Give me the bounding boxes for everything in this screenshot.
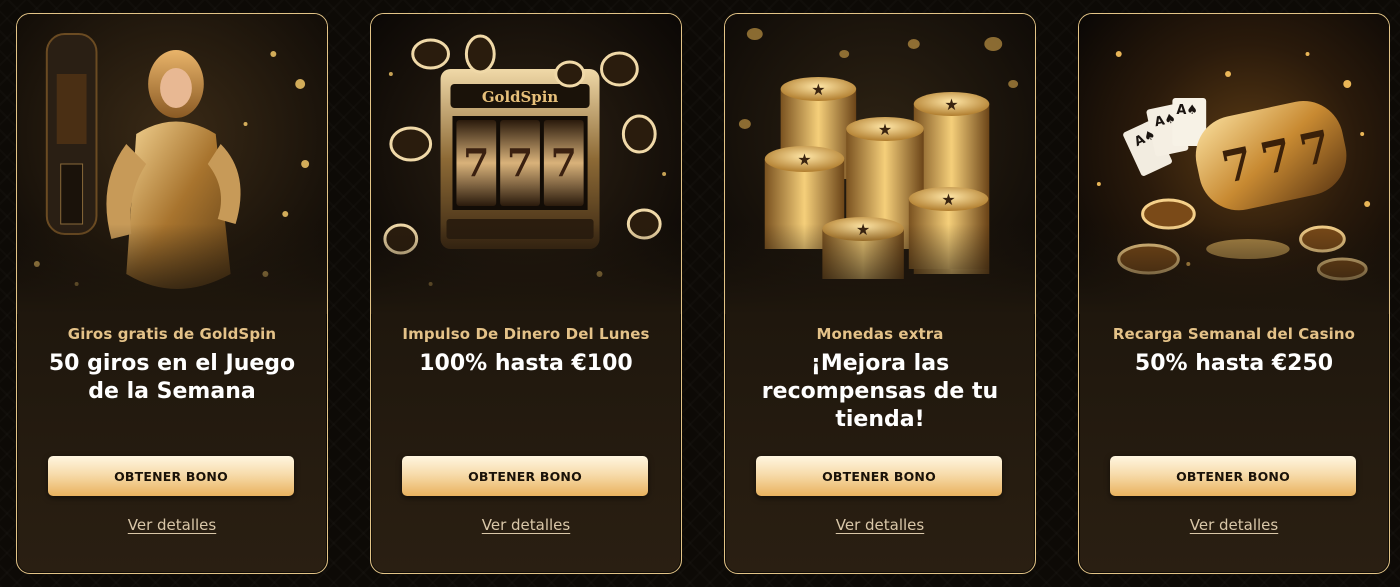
promo-subtitle: Giros gratis de GoldSpin [67, 325, 277, 343]
promo-headline: 100% hasta €100 [419, 351, 633, 376]
promo-headline: 50 giros en el Juego de la Semana [48, 351, 296, 404]
promo-card-extra-coins: ★ ★ ★ ★ ★ ★ Monedas extra ¡Mejora las recom… [724, 13, 1036, 574]
svg-text:7: 7 [507, 140, 533, 185]
svg-text:★: ★ [941, 190, 955, 209]
woman-gold-dress-image [17, 14, 327, 314]
promo-headline: ¡Mejora las recompensas de tu tienda! [761, 351, 999, 432]
svg-text:★: ★ [944, 95, 958, 114]
svg-text:7: 7 [551, 140, 577, 185]
promo-subtitle: Impulso De Dinero Del Lunes [402, 325, 650, 343]
get-bonus-button[interactable]: OBTENER BONO [402, 456, 648, 496]
promo-card-free-spins: Giros gratis de GoldSpin 50 giros en el … [16, 13, 328, 574]
cards-and-reels-image: A♠ A♠ A♠ 777 [1079, 14, 1389, 314]
promo-card-monday-boost: GoldSpin 777 Impulso De Dinero Del Lunes… [370, 13, 682, 574]
promo-card-weekly-reload: A♠ A♠ A♠ 777 Recarga Semanal del Casino … [1078, 13, 1390, 574]
svg-text:★: ★ [878, 120, 892, 139]
get-bonus-button[interactable]: OBTENER BONO [1110, 456, 1356, 496]
promo-headline: 50% hasta €250 [1134, 351, 1334, 376]
svg-text:★: ★ [856, 220, 870, 239]
view-details-link[interactable]: Ver detalles [1079, 516, 1389, 534]
promo-cards: Giros gratis de GoldSpin 50 giros en el … [0, 0, 1400, 587]
promo-subtitle: Recarga Semanal del Casino [1112, 325, 1356, 343]
svg-text:A♠: A♠ [1176, 103, 1198, 118]
svg-text:7: 7 [463, 140, 489, 185]
view-details-link[interactable]: Ver detalles [371, 516, 681, 534]
view-details-link[interactable]: Ver detalles [17, 516, 327, 534]
svg-text:★: ★ [811, 80, 825, 99]
get-bonus-button[interactable]: OBTENER BONO [756, 456, 1002, 496]
view-details-link[interactable]: Ver detalles [725, 516, 1035, 534]
promo-subtitle: Monedas extra [816, 325, 944, 343]
get-bonus-button[interactable]: OBTENER BONO [48, 456, 294, 496]
svg-text:★: ★ [797, 150, 811, 169]
brand-logo: GoldSpin [482, 88, 558, 106]
slot-machine-image: GoldSpin 777 [371, 14, 681, 314]
coin-stacks-image: ★ ★ ★ ★ ★ ★ [725, 14, 1035, 314]
